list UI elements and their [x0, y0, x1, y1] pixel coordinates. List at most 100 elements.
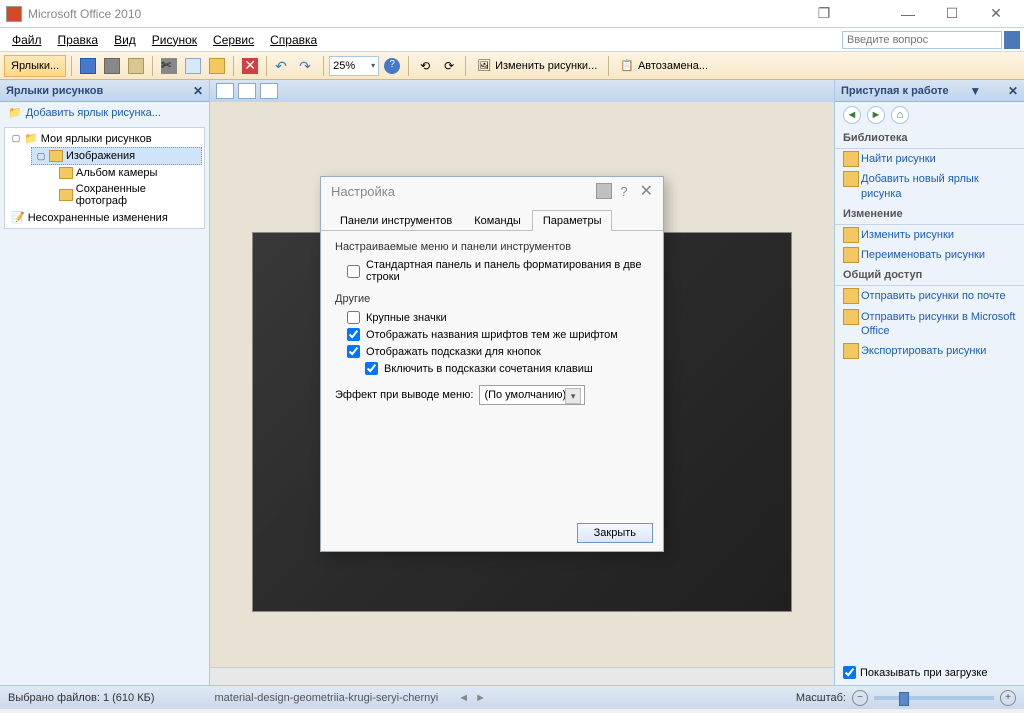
right-panel-close[interactable]: ✕ [1008, 84, 1018, 98]
view-filmstrip-button[interactable] [238, 83, 256, 99]
group-other-label: Другие [335, 293, 649, 305]
right-panel: Приступая к работе ▼ ✕ ◄ ► ⌂ Библиотека … [834, 80, 1024, 685]
copy-button[interactable] [182, 55, 204, 77]
undo-icon: ↶ [275, 58, 291, 74]
tab-options[interactable]: Параметры [532, 210, 613, 231]
zoom-slider[interactable] [874, 696, 994, 700]
nav-home-button[interactable]: ⌂ [891, 106, 909, 124]
section-share: Общий доступ [835, 265, 1024, 286]
folder-icon [49, 150, 63, 162]
nav-prev-icon[interactable]: ◄ [458, 692, 469, 704]
minimize-button[interactable]: — [886, 1, 930, 27]
dialog-close-btn[interactable]: Закрыть [577, 523, 653, 543]
left-panel: Ярлыки рисунков ✕ 📁 Добавить ярлык рисун… [0, 80, 210, 685]
chk-shortcut-keys[interactable]: Включить в подсказки сочетания клавиш [335, 360, 649, 377]
link-add-shortcut[interactable]: Добавить новый ярлык рисунка [835, 169, 1024, 204]
dialog-close-button[interactable]: ✕ [640, 181, 653, 201]
zoom-label: Масштаб: [796, 692, 846, 704]
paste-button[interactable] [206, 55, 228, 77]
tree-unsaved[interactable]: 📝 Несохраненные изменения [7, 209, 202, 226]
tree-root[interactable]: ▢ 📁 Мои ярлыки рисунков [7, 130, 202, 147]
help-search-input[interactable] [842, 31, 1002, 49]
add-shortcut-link[interactable]: 📁 Добавить ярлык рисунка... [0, 102, 209, 123]
chk-font-input[interactable] [347, 328, 360, 341]
status-filename: material-design-geometriia-krugi-seryi-c… [215, 692, 439, 704]
toolbar: Ярлыки... ✄ ✕ ↶ ↷ 25% ? ⟲ ⟳ 🖼 Изменить р… [0, 52, 1024, 80]
autoreplace-button[interactable]: 📋 Автозамена... [614, 55, 714, 77]
menu-view[interactable]: Вид [106, 30, 144, 50]
link-send-mail[interactable]: Отправить рисунки по почте [835, 286, 1024, 306]
zoom-combo[interactable]: 25% [329, 56, 379, 76]
nav-next-icon[interactable]: ► [475, 692, 486, 704]
view-thumbnails-button[interactable] [216, 83, 234, 99]
link-edit-pictures[interactable]: Изменить рисунки [835, 225, 1024, 245]
menu-effect-combo[interactable]: (По умолчанию) [479, 385, 585, 405]
section-change: Изменение [835, 204, 1024, 225]
collapse-icon[interactable]: ▢ [36, 151, 46, 162]
help-search-dropdown[interactable] [1004, 31, 1020, 49]
show-on-load-checkbox[interactable]: Показывать при загрузке [835, 660, 1024, 685]
chk-font-names[interactable]: Отображать названия шрифтов тем же шрифт… [335, 326, 649, 343]
delete-icon: ✕ [242, 58, 258, 74]
show-on-load-input[interactable] [843, 666, 856, 679]
left-panel-close[interactable]: ✕ [193, 84, 203, 98]
add-icon: 📁 [8, 106, 22, 119]
dialog-titlebar[interactable]: Настройка ? ✕ [321, 177, 663, 205]
link-export[interactable]: Экспортировать рисунки [835, 341, 1024, 361]
rotate-right-button[interactable]: ⟳ [438, 55, 460, 77]
link-send-office[interactable]: Отправить рисунки в Microsoft Office [835, 307, 1024, 342]
delete-button[interactable]: ✕ [239, 55, 261, 77]
left-panel-title: Ярлыки рисунков [6, 85, 103, 97]
section-library: Библиотека [835, 128, 1024, 149]
tree-images[interactable]: ▢ Изображения [31, 147, 202, 165]
chk-tips-input[interactable] [347, 345, 360, 358]
dialog-help-button[interactable]: ? [620, 184, 627, 199]
link-rename-pictures[interactable]: Переименовать рисунки [835, 245, 1024, 265]
dialog-title: Настройка [331, 184, 395, 199]
undo-button[interactable]: ↶ [272, 55, 294, 77]
horizontal-scrollbar[interactable] [210, 667, 834, 685]
print-button[interactable] [101, 55, 123, 77]
edit-pictures-button[interactable]: 🖼 Изменить рисунки... [471, 55, 603, 77]
tab-toolbars[interactable]: Панели инструментов [329, 210, 463, 231]
nav-forward-button[interactable]: ► [867, 106, 885, 124]
mail-button[interactable] [125, 55, 147, 77]
collapse-icon[interactable]: ▢ [11, 133, 21, 144]
menu-help[interactable]: Справка [262, 30, 325, 50]
tree-item-camera[interactable]: Альбом камеры [55, 165, 202, 181]
nav-back-button[interactable]: ◄ [843, 106, 861, 124]
cut-button[interactable]: ✄ [158, 55, 180, 77]
redo-button[interactable]: ↷ [296, 55, 318, 77]
menu-tools[interactable]: Сервис [205, 30, 262, 50]
restore-icon[interactable]: ❐ [802, 1, 846, 27]
close-button[interactable]: ✕ [974, 1, 1018, 27]
chk-tooltips[interactable]: Отображать подсказки для кнопок [335, 343, 649, 360]
tab-commands[interactable]: Команды [463, 210, 532, 231]
folder-icon: 📁 [24, 132, 38, 145]
chk-two-rows-input[interactable] [347, 265, 360, 278]
maximize-button[interactable]: ☐ [930, 1, 974, 27]
chk-two-rows[interactable]: Стандартная панель и панель форматирован… [335, 257, 649, 285]
link-find-pictures[interactable]: Найти рисунки [835, 149, 1024, 169]
chk-large-icons[interactable]: Крупные значки [335, 309, 649, 326]
zoom-out-button[interactable]: − [852, 690, 868, 706]
shortcuts-button[interactable]: Ярлыки... [4, 55, 66, 77]
help-button[interactable]: ? [381, 55, 403, 77]
redo-icon: ↷ [299, 58, 315, 74]
save-button[interactable] [77, 55, 99, 77]
save-icon [80, 58, 96, 74]
chk-large-input[interactable] [347, 311, 360, 324]
rotate-left-button[interactable]: ⟲ [414, 55, 436, 77]
chk-keys-input[interactable] [365, 362, 378, 375]
right-panel-dropdown[interactable]: ▼ [969, 84, 981, 98]
view-single-button[interactable] [260, 83, 278, 99]
zoom-in-button[interactable]: + [1000, 690, 1016, 706]
copy-icon [185, 58, 201, 74]
right-panel-header: Приступая к работе ▼ ✕ [835, 80, 1024, 102]
menu-edit[interactable]: Правка [50, 30, 107, 50]
tree-item-saved[interactable]: Сохраненные фотограф [55, 181, 202, 209]
menu-file[interactable]: Файл [4, 30, 50, 50]
menu-picture[interactable]: Рисунок [144, 30, 205, 50]
left-panel-header: Ярлыки рисунков ✕ [0, 80, 209, 102]
folder-icon [59, 167, 73, 179]
